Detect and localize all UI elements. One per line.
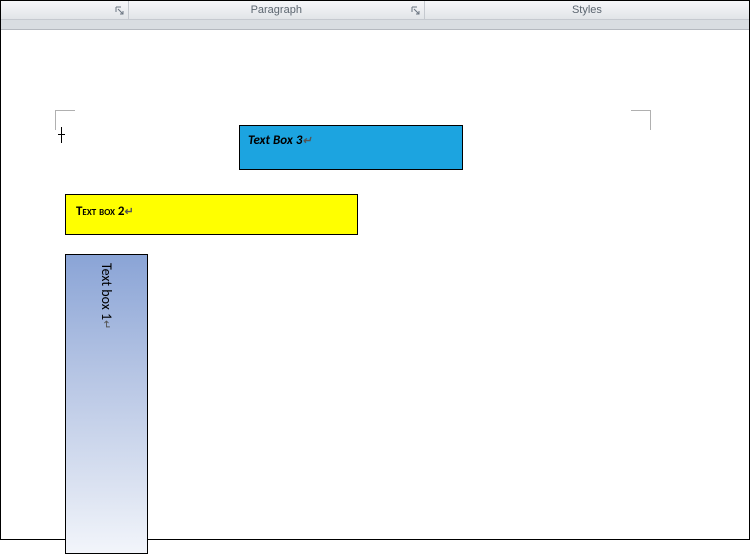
text-box-2[interactable]: Text box 2↵ [65, 194, 358, 235]
dialog-launcher-icon[interactable] [410, 5, 422, 17]
text-box-2-content: Text box 2↵ [76, 204, 134, 219]
dialog-launcher-icon[interactable] [114, 5, 126, 17]
text-box-1[interactable]: Text box 1↵ [65, 254, 148, 554]
margin-corner-top-right [631, 110, 651, 130]
ribbon-group-paragraph: Paragraph [129, 1, 425, 19]
ruler-strip [1, 20, 749, 30]
text-cursor-tick [58, 134, 65, 135]
ribbon-group-styles: Styles [425, 1, 749, 19]
text-box-3-content: Text Box 3↵ [248, 133, 312, 148]
ribbon-group-label: Styles [425, 4, 749, 16]
ribbon-group-label: Paragraph [129, 4, 424, 16]
document-page[interactable]: Text Box 3↵ Text box 2↵ Text box 1↵ [1, 30, 749, 539]
text-box-3[interactable]: Text Box 3↵ [239, 125, 463, 170]
text-box-1-content: Text box 1↵ [98, 263, 115, 329]
text-cursor [61, 127, 62, 143]
ribbon-group-labels: Paragraph Styles [1, 1, 749, 20]
ribbon-group [1, 1, 129, 19]
margin-corner-top-left [55, 110, 75, 130]
